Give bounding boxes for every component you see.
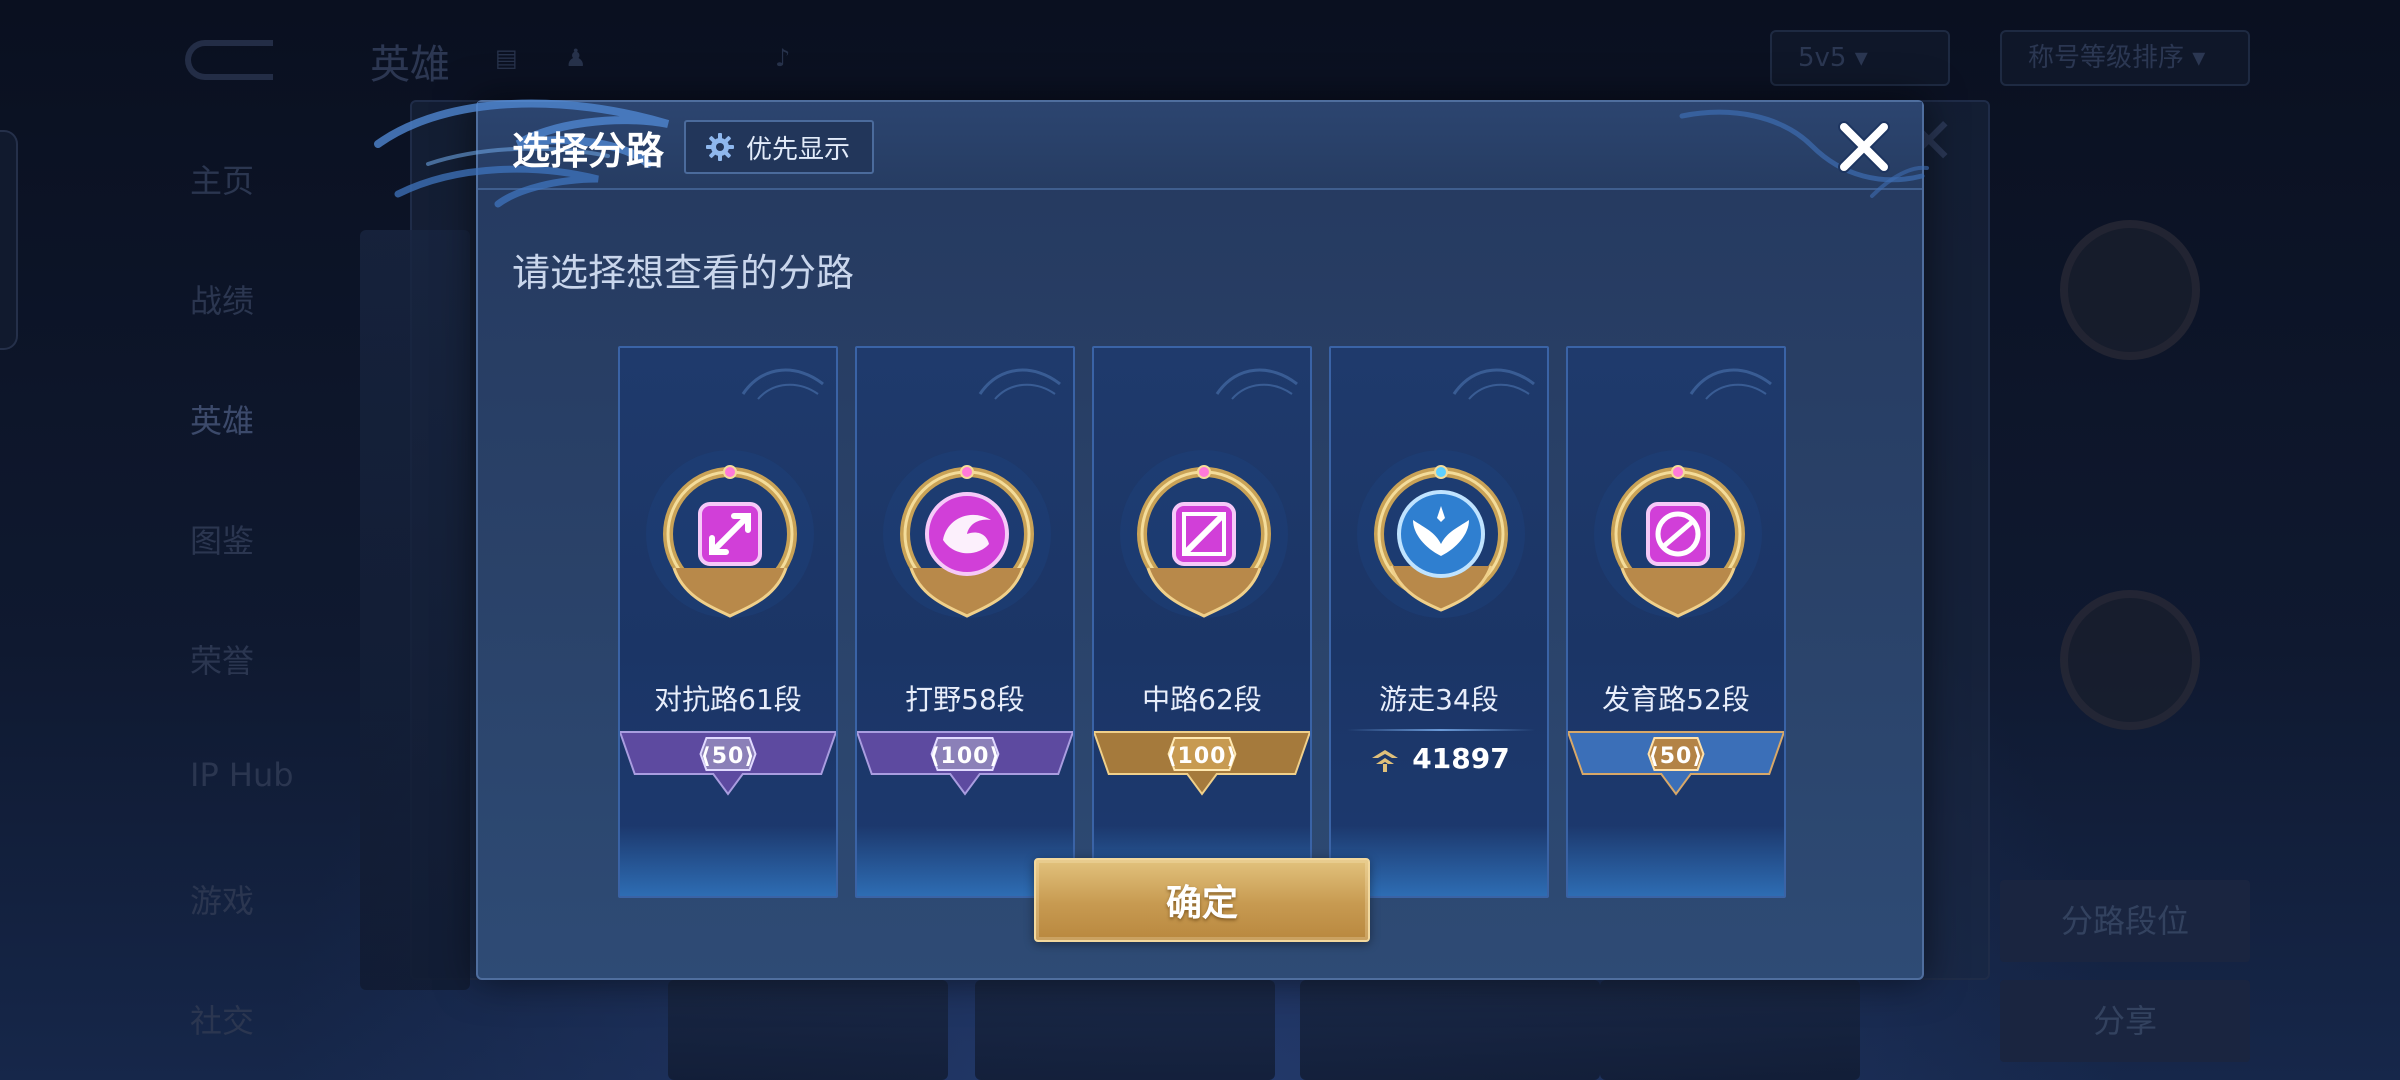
peak-score: 41897 (1331, 742, 1547, 775)
jungle-medal-icon (883, 450, 1051, 618)
background-hero-card (668, 980, 948, 1080)
rank-value: ⟨100⟩ (929, 744, 1001, 769)
roam-medal-icon (1357, 450, 1525, 618)
clash-lane-medal-icon (646, 450, 814, 618)
card-glow (620, 826, 836, 896)
sidebar-item-codex: 图鉴 (190, 522, 255, 560)
card-cloud-decoration (1689, 368, 1772, 400)
priority-display-button[interactable]: 优先显示 (684, 120, 875, 174)
card-cloud-decoration (1452, 368, 1535, 400)
rank-value: ⟨50⟩ (1648, 744, 1704, 769)
lane-label: 发育路52段 (1602, 683, 1750, 716)
hero-tool-icon: ♟ (565, 44, 587, 72)
back-icon (185, 40, 273, 80)
priority-display-label: 优先显示 (746, 134, 851, 165)
sort-select: 称号等级排序 ▾ (2000, 30, 2250, 86)
sidebar-item-game: 游戏 (190, 882, 255, 920)
background-hero-card (975, 980, 1275, 1080)
sidebar-item-home: 主页 (190, 162, 255, 200)
close-button[interactable] (1833, 116, 1895, 178)
sidebar-item-honor: 荣誉 (190, 642, 255, 680)
mode-select: 5v5 ▾ (1770, 30, 1950, 86)
rank-value: ⟨50⟩ (700, 744, 756, 769)
lane-label: 打野58段 (905, 683, 1025, 716)
background-share-button: 分享 (2000, 980, 2250, 1062)
lane-card-list: 对抗路61段 ⟨50⟩ 打野58段 ⟨100⟩ 中路62段 ⟨100⟩ 游走34… (618, 346, 1786, 898)
dialog-subtitle: 请选择想查看的分路 (512, 251, 855, 295)
close-icon (1838, 121, 1890, 173)
background-hero-card (1300, 980, 1600, 1080)
background-hero-card (1600, 980, 1860, 1080)
mid-lane-medal-icon (1120, 450, 1288, 618)
lane-label: 游走34段 (1379, 683, 1499, 716)
sidebar-item-iphub: IP Hub (190, 756, 294, 794)
lane-label: 对抗路61段 (654, 683, 802, 716)
farm-lane-medal-icon (1594, 450, 1762, 618)
lane-select-dialog: 选择分路 优先显示 请选择想查看的分路 对抗路61段 ⟨50⟩ 打野58段 ⟨1… (374, 99, 1929, 980)
peak-score-value: 41897 (1412, 742, 1510, 775)
peak-score-icon (1372, 749, 1399, 772)
sidebar-item-social: 社交 (190, 1002, 255, 1040)
sidebar-item-hero: 英雄 (190, 402, 255, 440)
card-cloud-decoration (978, 368, 1061, 400)
background-badge-icon (2060, 590, 2200, 730)
background-lane-rank-button: 分路段位 (2000, 880, 2250, 962)
lane-card-mid[interactable]: 中路62段 ⟨100⟩ (1092, 346, 1312, 898)
sidebar-item-record: 战绩 (190, 282, 255, 320)
divider (1347, 729, 1535, 731)
background-page-title: 英雄 (370, 42, 450, 88)
list-icon: ▤ (495, 44, 518, 72)
background-sidebar: 主页 战绩 英雄 图鉴 荣誉 IP Hub 游戏 社交 (0, 120, 360, 1080)
lane-card-roam[interactable]: 游走34段 41897 (1329, 346, 1549, 898)
lane-card-jungle[interactable]: 打野58段 ⟨100⟩ (855, 346, 1075, 898)
card-glow (1568, 826, 1784, 896)
dialog-title: 选择分路 (512, 129, 665, 173)
music-tool-icon: ♪ (775, 44, 791, 72)
background-hero-card (360, 230, 470, 990)
lane-label: 中路62段 (1142, 683, 1262, 716)
confirm-button[interactable]: 确定 (1034, 858, 1370, 942)
lane-card-clash[interactable]: 对抗路61段 ⟨50⟩ (618, 346, 838, 898)
background-badge-icon (2060, 220, 2200, 360)
rank-value: ⟨100⟩ (1166, 744, 1238, 769)
lane-card-farm[interactable]: 发育路52段 ⟨50⟩ (1566, 346, 1786, 898)
gear-icon (706, 133, 734, 161)
card-cloud-decoration (1215, 368, 1298, 400)
card-cloud-decoration (741, 368, 824, 400)
